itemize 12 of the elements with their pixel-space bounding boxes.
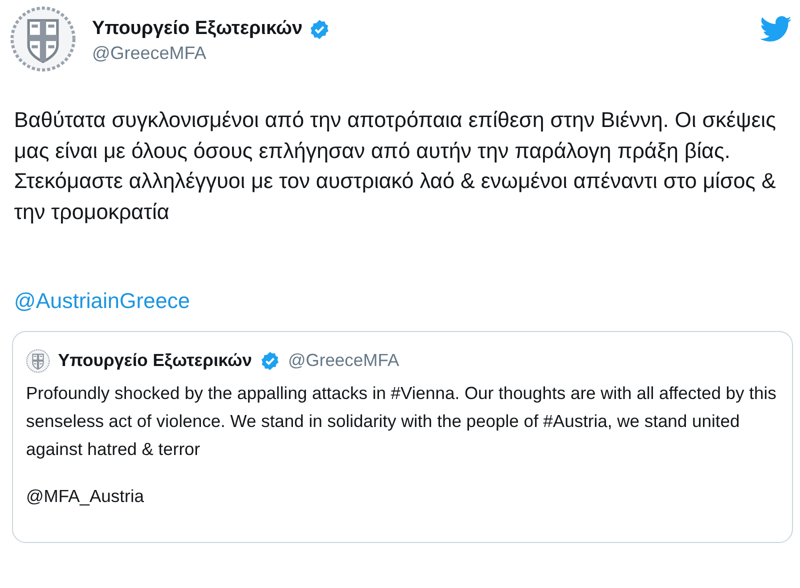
quoted-tweet-card[interactable]	[12, 330, 793, 543]
bird-icon[interactable]	[760, 16, 792, 43]
author-handle[interactable]: @GreeceMFA	[92, 43, 330, 64]
quoted-author-name: Υπουργείο Εξωτερικών	[58, 350, 252, 372]
mention-link[interactable]: @AustriainGreece	[14, 288, 190, 314]
tweet-text: Βαθύτατα συγκλονισμένοι από την αποτρόπαια επίθεση στην Βιέννη. Οι σκέψεις μας είναι με όλους όσους επλήγησαν από αυτήν την παράλογη πράξη βίας. Στεκόμαστε αλληλέγγυοι με τον αυστριακό λαό & ενωμένοι απέναντι στο μίσος & την τρομοκρατία	[14, 107, 777, 226]
quoted-tweet-text: Profoundly shocked by the appalling attacks in #Vienna. Our thoughts are with all affected by this senseless act of violence. We stand in solidarity with the people of #Austria, we stand united against hatred & terror	[26, 382, 778, 462]
emblem-icon	[10, 6, 76, 72]
emblem-icon	[26, 348, 50, 373]
author-name[interactable]: Υπουργείο Εξωτερικών	[92, 18, 303, 40]
quoted-author-handle: @GreeceMFA	[288, 350, 400, 372]
quoted-mention: @MFA_Austria	[26, 486, 144, 507]
